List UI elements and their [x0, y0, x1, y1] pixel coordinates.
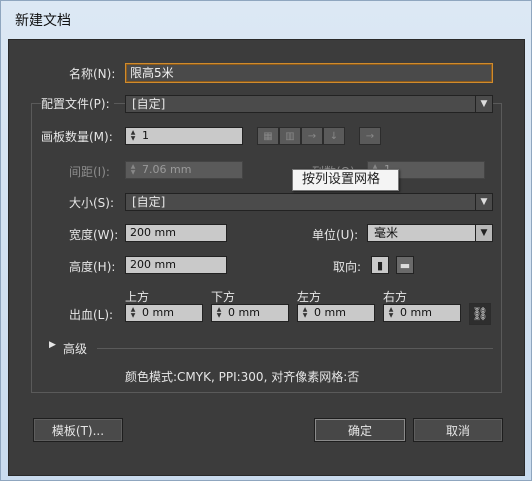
profile-group: [31, 103, 502, 393]
stepper-icon[interactable]: ▲ ▼: [385, 306, 397, 320]
chevron-down-icon: ▼: [475, 96, 492, 112]
new-document-window: 新建文档 名称(N): 限高5米 配置文件(P): [自定] ▼ 画板数量(M)…: [0, 0, 532, 481]
bleed-left-input[interactable]: ▲ ▼ 0 mm: [297, 304, 375, 322]
templates-button[interactable]: 模板(T)...: [33, 418, 123, 442]
arrange-by-column-icon[interactable]: ↓: [323, 127, 345, 145]
bleed-right-value: 0 mm: [400, 306, 432, 319]
artboards-input[interactable]: ▲ ▼ 1: [125, 127, 243, 145]
ok-button[interactable]: 确定: [314, 418, 406, 442]
units-label: 单位(U):: [312, 228, 359, 242]
stepper-icon[interactable]: ▲ ▼: [127, 306, 139, 320]
stepper-icon[interactable]: ▲ ▼: [127, 129, 139, 143]
stepper-icon[interactable]: ▲ ▼: [299, 306, 311, 320]
width-input[interactable]: 200 mm: [125, 224, 227, 242]
height-label: 高度(H):: [69, 260, 116, 274]
arrange-by-row-icon[interactable]: →: [301, 127, 323, 145]
chevron-down-icon: ▼: [475, 194, 492, 210]
stepper-icon: ▲▼: [130, 163, 136, 176]
chevron-down-icon: ▼: [475, 225, 492, 241]
dialog-panel: 名称(N): 限高5米 配置文件(P): [自定] ▼ 画板数量(M): ▲ ▼ …: [8, 39, 525, 476]
spacing-label: 间距(I):: [69, 165, 110, 179]
link-chain-icon[interactable]: ⛓: [469, 303, 491, 325]
bleed-label: 出血(L):: [69, 308, 114, 322]
grid-by-row-icon[interactable]: ▦: [257, 127, 279, 145]
width-label: 宽度(W):: [69, 228, 119, 242]
bleed-top-input[interactable]: ▲ ▼ 0 mm: [125, 304, 203, 322]
window-title: 新建文档: [15, 13, 71, 29]
expand-arrow-icon[interactable]: ▶: [49, 340, 56, 350]
size-label: 大小(S):: [69, 196, 115, 210]
bleed-bottom-input[interactable]: ▲ ▼ 0 mm: [211, 304, 289, 322]
artboards-label: 画板数量(M):: [41, 130, 113, 144]
landscape-icon[interactable]: ▬: [396, 256, 414, 274]
spacing-value: 7.06 mm: [142, 163, 192, 176]
tooltip: 按列设置网格: [292, 169, 399, 191]
portrait-icon[interactable]: ▮: [371, 256, 389, 274]
bleed-right-input[interactable]: ▲ ▼ 0 mm: [383, 304, 461, 322]
bleed-bottom-value: 0 mm: [228, 306, 260, 319]
artboards-value: 1: [142, 129, 149, 142]
name-label: 名称(N):: [69, 67, 116, 81]
units-select[interactable]: 毫米 ▼: [367, 224, 493, 242]
advanced-divider: [97, 348, 493, 349]
stepper-icon[interactable]: ▲ ▼: [213, 306, 225, 320]
bleed-bottom-label: 下方: [211, 290, 236, 304]
profile-value: [自定]: [132, 97, 166, 111]
units-value: 毫米: [374, 226, 399, 240]
bleed-left-value: 0 mm: [314, 306, 346, 319]
grid-by-column-icon[interactable]: ▥: [279, 127, 301, 145]
orientation-label: 取向:: [333, 260, 362, 274]
document-info: 颜色模式:CMYK, PPI:300, 对齐像素网格:否: [125, 370, 360, 384]
profile-label: 配置文件(P):: [41, 95, 114, 112]
size-select[interactable]: [自定] ▼: [125, 193, 493, 211]
bleed-left-label: 左方: [297, 290, 322, 304]
cancel-button[interactable]: 取消: [413, 418, 503, 442]
height-input[interactable]: 200 mm: [125, 256, 227, 274]
advanced-label[interactable]: 高级: [63, 340, 87, 357]
size-value: [自定]: [132, 195, 166, 209]
right-to-left-icon[interactable]: →: [359, 127, 381, 145]
bleed-top-value: 0 mm: [142, 306, 174, 319]
spacing-input[interactable]: ▲ ▼ 7.06 mm: [125, 161, 243, 179]
bleed-right-label: 右方: [383, 290, 408, 304]
name-input[interactable]: 限高5米: [125, 63, 493, 83]
profile-select[interactable]: [自定] ▼: [125, 95, 493, 113]
bleed-top-label: 上方: [125, 290, 150, 304]
